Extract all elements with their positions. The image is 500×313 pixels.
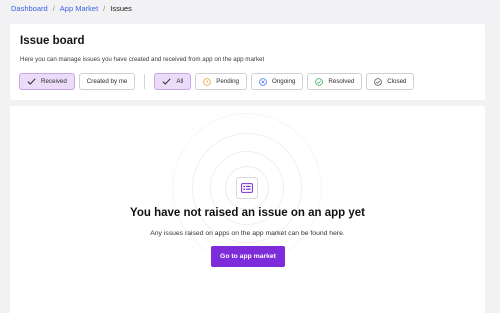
filter-created-by-me-label: Created by me [86,78,128,85]
breadcrumb-separator: / [52,4,55,13]
breadcrumb-separator: / [103,4,106,13]
filter-ongoing-label: Ongoing [272,78,296,85]
issues-empty-state: You have not raised an issue on an app y… [10,106,485,313]
filter-closed-label: Closed [387,78,407,85]
issue-board-header: Issue board Here you can manage issues y… [10,24,485,100]
closed-icon [374,77,383,86]
filter-all-label: All [176,78,184,85]
page-title: Issue board [20,35,85,47]
filter-divider [144,74,146,89]
issue-list-icon [236,177,258,199]
filter-created-by-me[interactable]: Created by me [78,73,136,90]
breadcrumb-app-market[interactable]: App Market [60,4,98,13]
filter-resolved-label: Resolved [328,78,355,85]
filter-received-label: Received [41,78,67,85]
pending-icon [203,77,212,86]
ongoing-icon [259,77,267,86]
page-description: Here you can manage issues you have crea… [20,56,265,63]
filter-bar: Received Created by me All Pending Ongoi… [19,73,415,90]
go-to-app-market-button[interactable]: Go to app market [211,246,285,267]
filter-closed[interactable]: Closed [366,73,415,90]
filter-resolved[interactable]: Resolved [307,73,363,90]
empty-state-title: You have not raised an issue on an app y… [130,207,365,219]
check-icon [162,78,171,85]
empty-state-subtitle: Any issues raised on apps on the app mar… [150,230,345,237]
filter-pending[interactable]: Pending [195,73,247,90]
resolved-icon [315,77,324,86]
check-icon [27,78,36,85]
filter-ongoing[interactable]: Ongoing [251,73,304,90]
breadcrumb-current: Issues [110,4,132,13]
filter-all[interactable]: All [154,73,192,90]
breadcrumb-dashboard[interactable]: Dashboard [11,4,48,13]
filter-pending-label: Pending [216,78,239,85]
filter-received[interactable]: Received [19,73,75,90]
breadcrumb: Dashboard / App Market / Issues [11,4,132,13]
